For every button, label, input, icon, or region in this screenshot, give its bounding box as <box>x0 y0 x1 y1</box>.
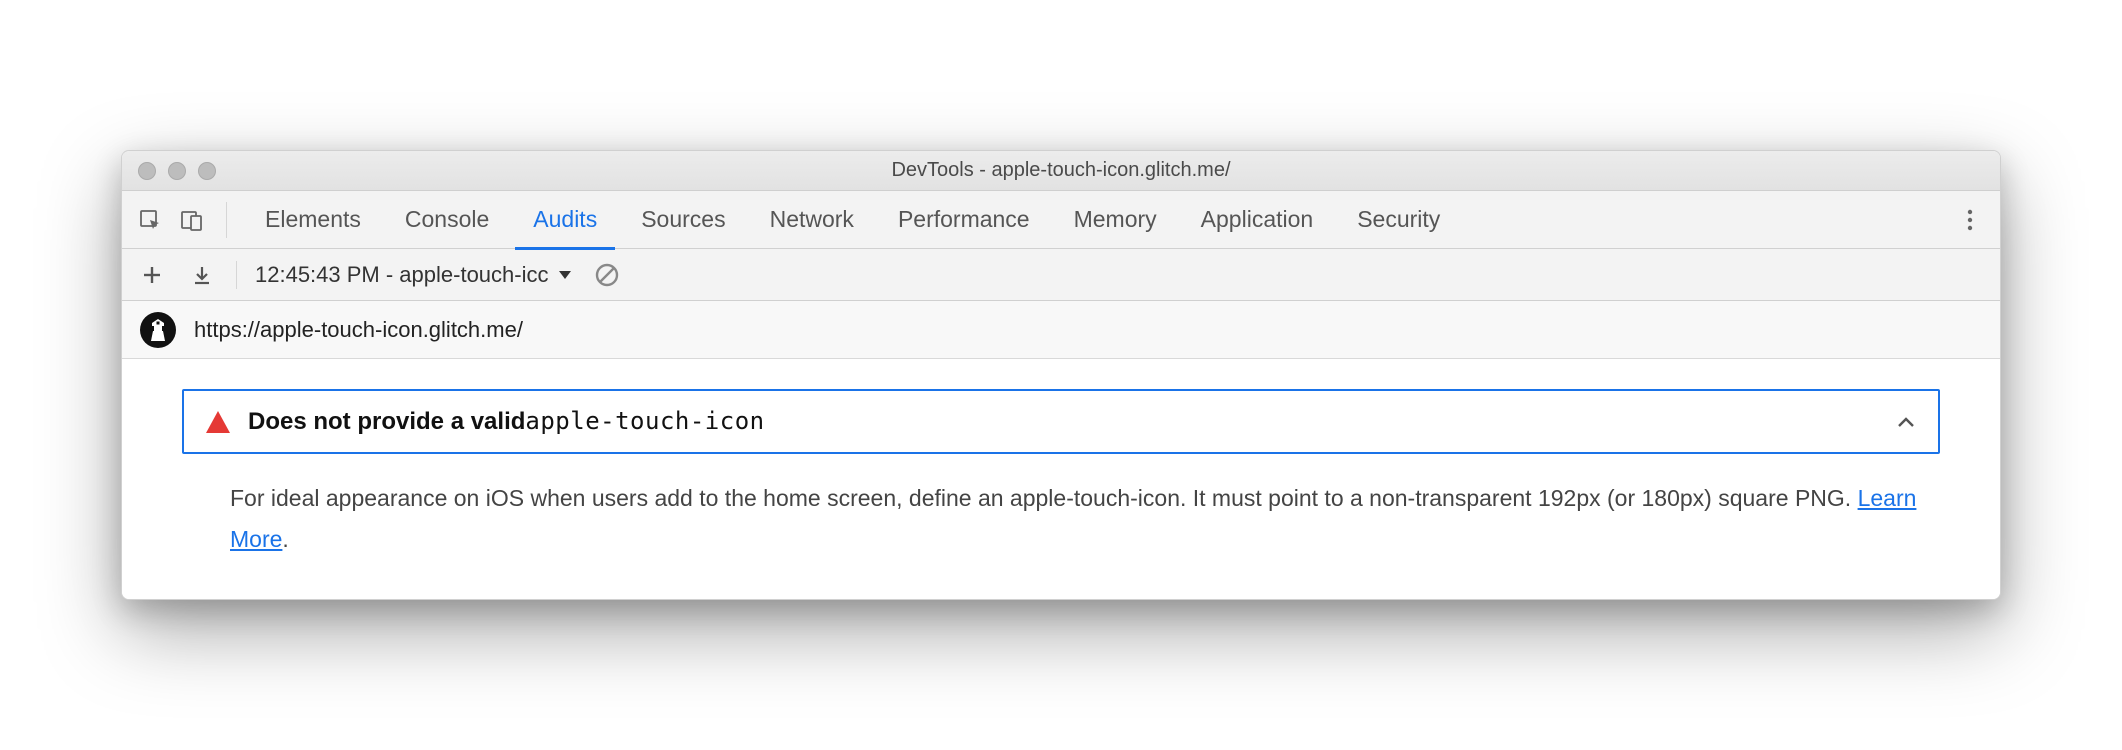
tab-label: Memory <box>1074 206 1157 233</box>
close-window-button[interactable] <box>138 162 156 180</box>
audit-title-code: apple-touch-icon <box>525 407 764 435</box>
traffic-lights <box>122 162 216 180</box>
new-audit-button[interactable] <box>136 259 168 291</box>
devtools-window: DevTools - apple-touch-icon.glitch.me/ E… <box>121 150 2001 600</box>
tab-label: Security <box>1357 206 1440 233</box>
divider <box>236 261 237 289</box>
tab-sources[interactable]: Sources <box>619 191 747 249</box>
tab-console[interactable]: Console <box>383 191 511 249</box>
tab-label: Elements <box>265 206 361 233</box>
tab-security[interactable]: Security <box>1335 191 1462 249</box>
tab-label: Application <box>1201 206 1314 233</box>
audit-content: Does not provide a valid apple-touch-ico… <box>122 359 2000 599</box>
audit-title-lead: Does not provide a valid <box>248 408 525 436</box>
zoom-window-button[interactable] <box>198 162 216 180</box>
divider <box>226 202 227 238</box>
tab-label: Performance <box>898 206 1030 233</box>
tab-label: Network <box>770 206 854 233</box>
audit-description-tail: . <box>282 526 288 552</box>
tab-memory[interactable]: Memory <box>1052 191 1179 249</box>
audit-description-text: For ideal appearance on iOS when users a… <box>230 485 1858 511</box>
audit-description: For ideal appearance on iOS when users a… <box>182 454 1940 559</box>
audit-title: Does not provide a valid apple-touch-ico… <box>248 407 1878 436</box>
titlebar: DevTools - apple-touch-icon.glitch.me/ <box>122 151 2000 191</box>
tab-performance[interactable]: Performance <box>876 191 1052 249</box>
audited-url: https://apple-touch-icon.glitch.me/ <box>194 317 523 343</box>
tab-label: Audits <box>533 206 597 233</box>
fail-triangle-icon <box>206 411 230 433</box>
tab-label: Console <box>405 206 489 233</box>
tab-audits[interactable]: Audits <box>511 191 619 249</box>
tab-elements[interactable]: Elements <box>243 191 383 249</box>
window-title: DevTools - apple-touch-icon.glitch.me/ <box>122 159 2000 182</box>
download-report-button[interactable] <box>186 259 218 291</box>
more-options-icon[interactable] <box>1950 200 1990 240</box>
audit-url-bar: https://apple-touch-icon.glitch.me/ <box>122 301 2000 359</box>
clear-button[interactable] <box>591 259 623 291</box>
tab-label: Sources <box>641 206 725 233</box>
device-toolbar-icon[interactable] <box>174 202 210 238</box>
lighthouse-icon <box>140 312 176 348</box>
chevron-down-icon <box>557 269 573 281</box>
audit-run-dropdown[interactable]: 12:45:43 PM - apple-touch-icc <box>255 262 573 288</box>
inspect-element-icon[interactable] <box>132 202 168 238</box>
audit-item[interactable]: Does not provide a valid apple-touch-ico… <box>182 389 1940 454</box>
minimize-window-button[interactable] <box>168 162 186 180</box>
devtools-tabbar: Elements Console Audits Sources Network … <box>122 191 2000 249</box>
dropdown-label: 12:45:43 PM - apple-touch-icc <box>255 262 549 288</box>
audits-toolbar: 12:45:43 PM - apple-touch-icc <box>122 249 2000 301</box>
tabs: Elements Console Audits Sources Network … <box>243 191 1944 249</box>
tab-application[interactable]: Application <box>1179 191 1336 249</box>
chevron-up-icon[interactable] <box>1896 415 1916 429</box>
tab-network[interactable]: Network <box>748 191 876 249</box>
